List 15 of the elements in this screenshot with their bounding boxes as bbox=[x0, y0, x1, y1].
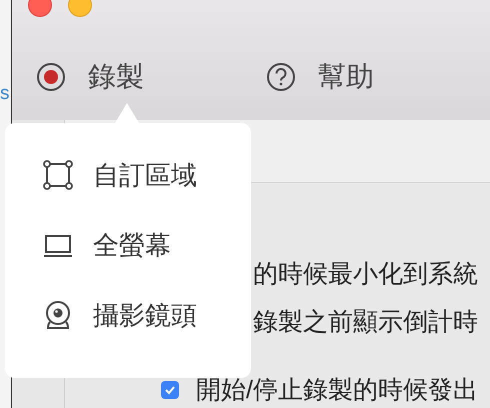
region-icon bbox=[43, 160, 73, 190]
background-text: s bbox=[0, 84, 10, 103]
webcam-icon bbox=[43, 300, 73, 330]
help-icon bbox=[266, 62, 296, 92]
setting-label: 的時候最小化到系統 bbox=[253, 262, 478, 286]
record-icon bbox=[36, 62, 66, 92]
menu-item[interactable]: 自訂區域 bbox=[43, 160, 197, 190]
setting-label: 錄製之前顯示倒計時 bbox=[253, 310, 478, 334]
check-icon bbox=[164, 384, 176, 396]
toolbar-button[interactable]: 錄製 bbox=[36, 56, 144, 98]
checkbox[interactable] bbox=[161, 381, 179, 399]
toolbar-button[interactable]: 幫助 bbox=[266, 56, 374, 98]
menu-item[interactable]: 攝影鏡頭 bbox=[43, 300, 197, 330]
menu-item[interactable]: 全螢幕 bbox=[43, 230, 171, 260]
setting-label: 開始/停止錄製的時候發出 bbox=[196, 378, 478, 402]
